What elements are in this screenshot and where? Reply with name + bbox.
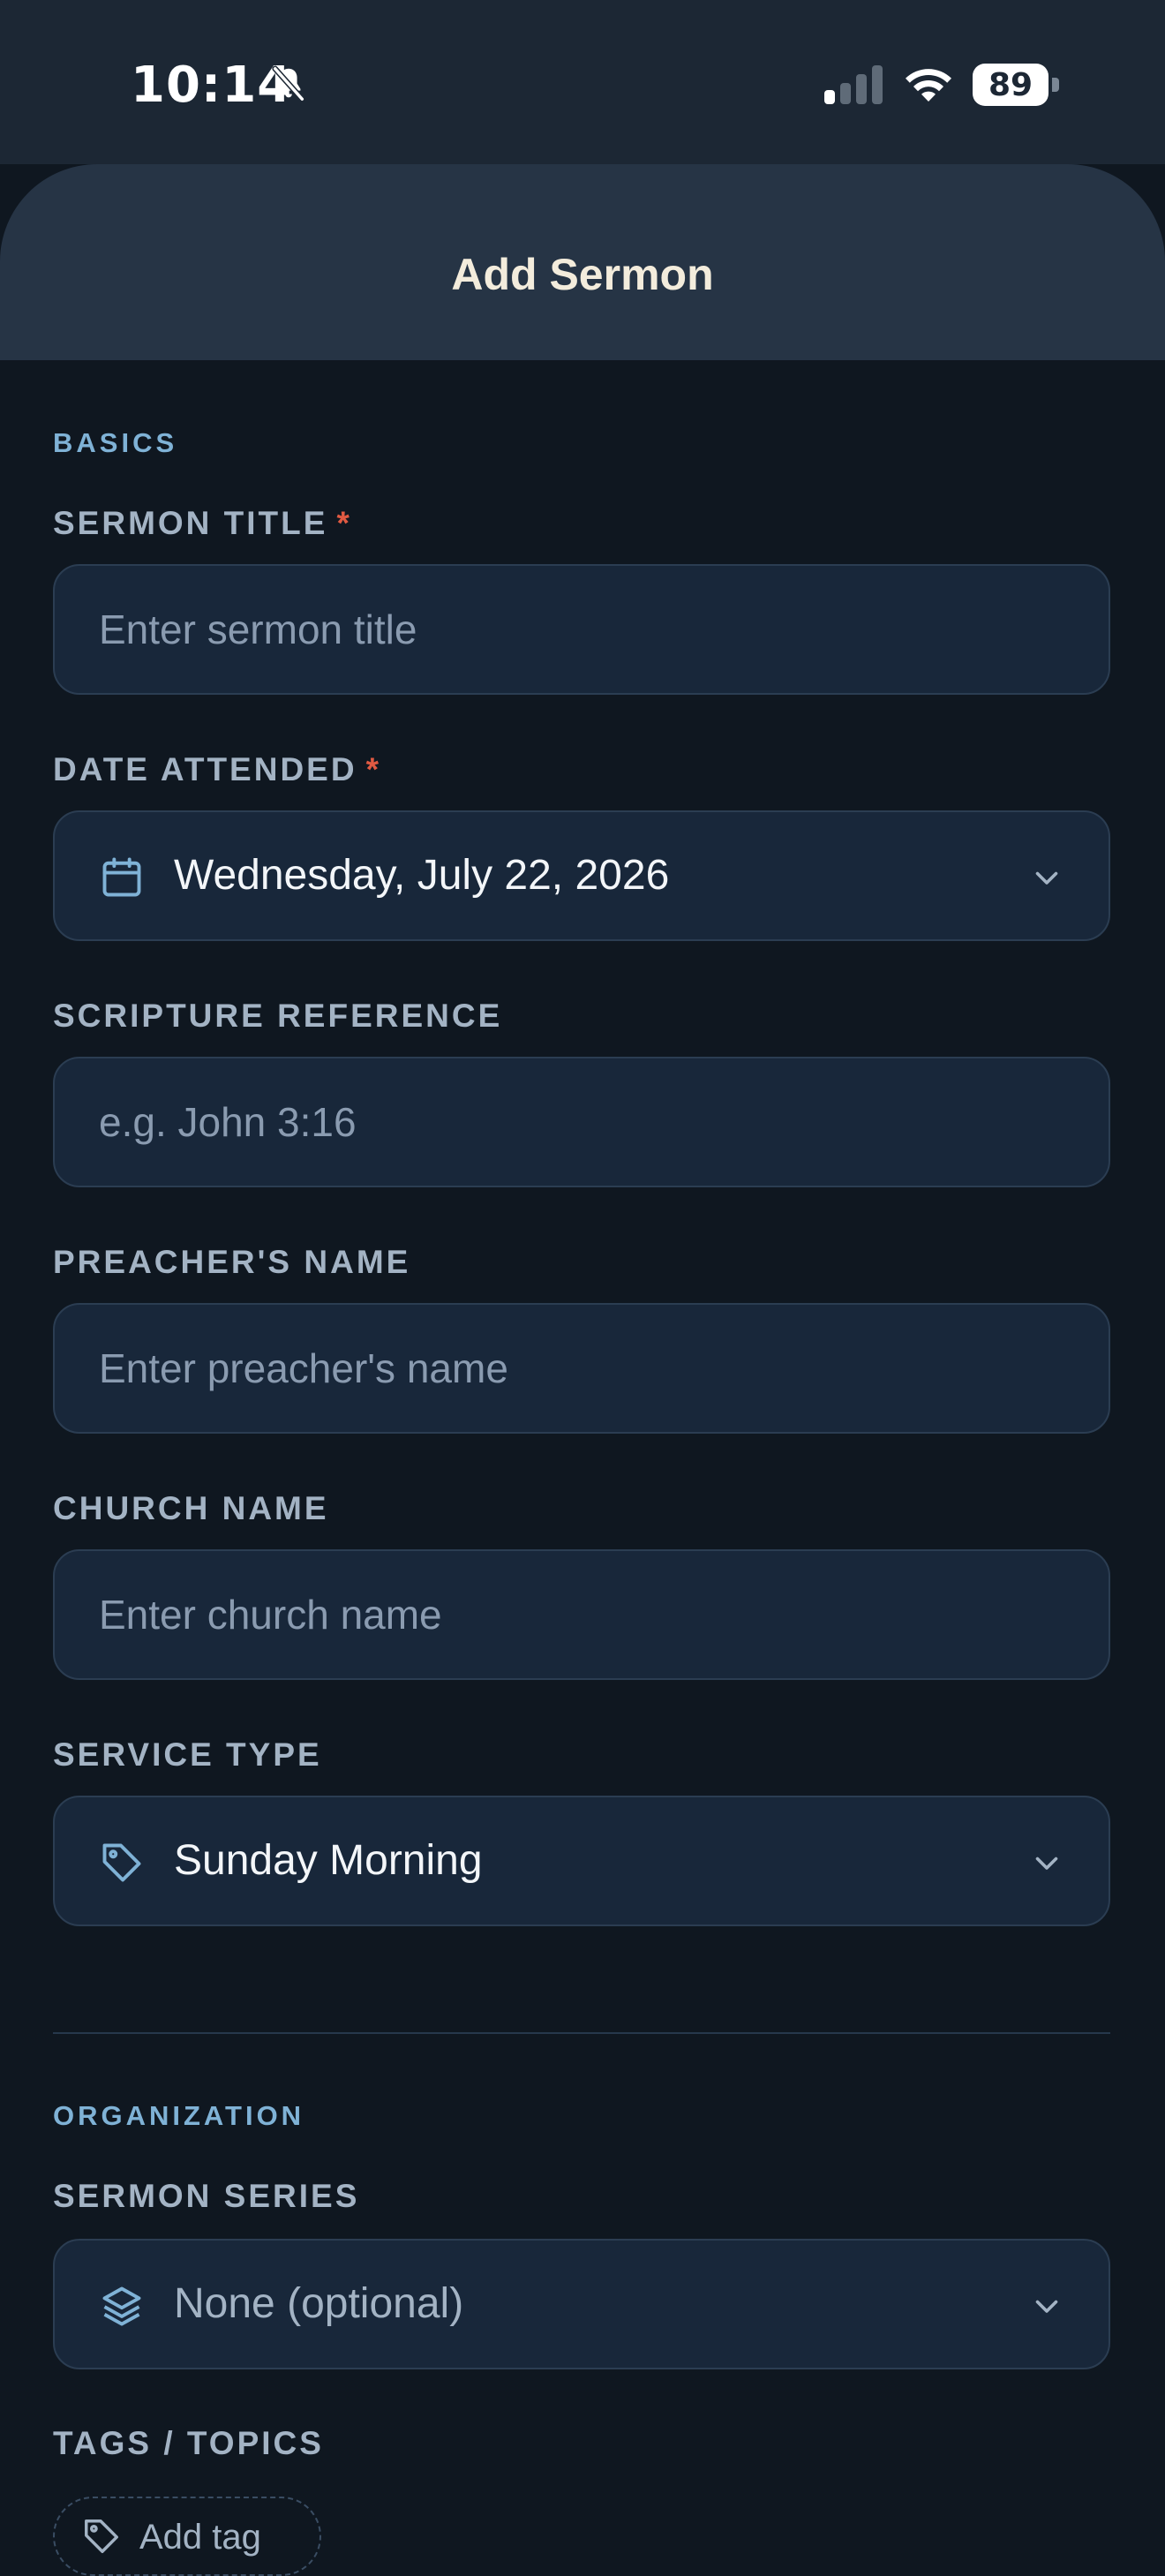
sermon-title-label: SERMON TITLE * bbox=[53, 505, 352, 541]
add-tag-label: Add tag bbox=[139, 2518, 261, 2557]
preacher-name-label: PREACHER'S NAME bbox=[53, 1244, 411, 1280]
service-type-label: SERVICE TYPE bbox=[53, 1736, 322, 1773]
sermon-series-value: None (optional) bbox=[174, 2280, 464, 2327]
service-type-value: Sunday Morning bbox=[174, 1837, 483, 1884]
service-type-select[interactable]: Sunday Morning bbox=[53, 1796, 1110, 1926]
cellular-signal-icon bbox=[824, 65, 883, 104]
battery-level: 89 bbox=[973, 64, 1048, 106]
chevron-down-icon bbox=[1035, 1857, 1058, 1870]
sermon-series-label: SERMON SERIES bbox=[53, 2178, 360, 2214]
status-bar: 10:14 89 bbox=[0, 0, 1165, 164]
church-name-field[interactable] bbox=[53, 1549, 1110, 1680]
battery-indicator: 89 bbox=[973, 64, 1059, 106]
bell-muted-icon bbox=[272, 65, 305, 102]
preacher-name-input[interactable] bbox=[55, 1305, 1109, 1432]
church-name-label: CHURCH NAME bbox=[53, 1490, 329, 1526]
tag-icon bbox=[85, 2520, 118, 2553]
sermon-series-select[interactable]: None (optional) bbox=[53, 2239, 1110, 2369]
calendar-icon bbox=[102, 857, 141, 897]
date-attended-value: Wednesday, July 22, 2026 bbox=[174, 852, 670, 899]
required-marker: * bbox=[336, 505, 352, 541]
tag-icon bbox=[102, 1843, 141, 1882]
sermon-title-input[interactable] bbox=[55, 566, 1109, 693]
chevron-down-icon bbox=[1035, 2300, 1058, 2313]
scripture-reference-input[interactable] bbox=[55, 1058, 1109, 1186]
section-label-basics: BASICS bbox=[53, 427, 178, 458]
scripture-reference-label: SCRIPTURE REFERENCE bbox=[53, 998, 503, 1034]
church-name-input[interactable] bbox=[55, 1551, 1109, 1678]
page-title: Add Sermon bbox=[451, 250, 714, 299]
sermon-title-field[interactable] bbox=[53, 564, 1110, 695]
layers-icon bbox=[102, 2286, 141, 2326]
wifi-icon bbox=[906, 69, 951, 102]
section-label-organization: ORGANIZATION bbox=[53, 2100, 305, 2131]
scripture-reference-field[interactable] bbox=[53, 1057, 1110, 1187]
tags-topics-label: TAGS / TOPICS bbox=[53, 2425, 324, 2461]
date-attended-picker[interactable]: Wednesday, July 22, 2026 bbox=[53, 810, 1110, 941]
chevron-down-icon bbox=[1035, 871, 1058, 885]
date-attended-label: DATE ATTENDED * bbox=[53, 751, 381, 787]
required-marker: * bbox=[365, 751, 381, 787]
battery-tip bbox=[1052, 78, 1059, 92]
add-tag-button[interactable]: Add tag bbox=[53, 2497, 321, 2576]
preacher-name-field[interactable] bbox=[53, 1303, 1110, 1434]
section-divider bbox=[53, 2032, 1110, 2034]
